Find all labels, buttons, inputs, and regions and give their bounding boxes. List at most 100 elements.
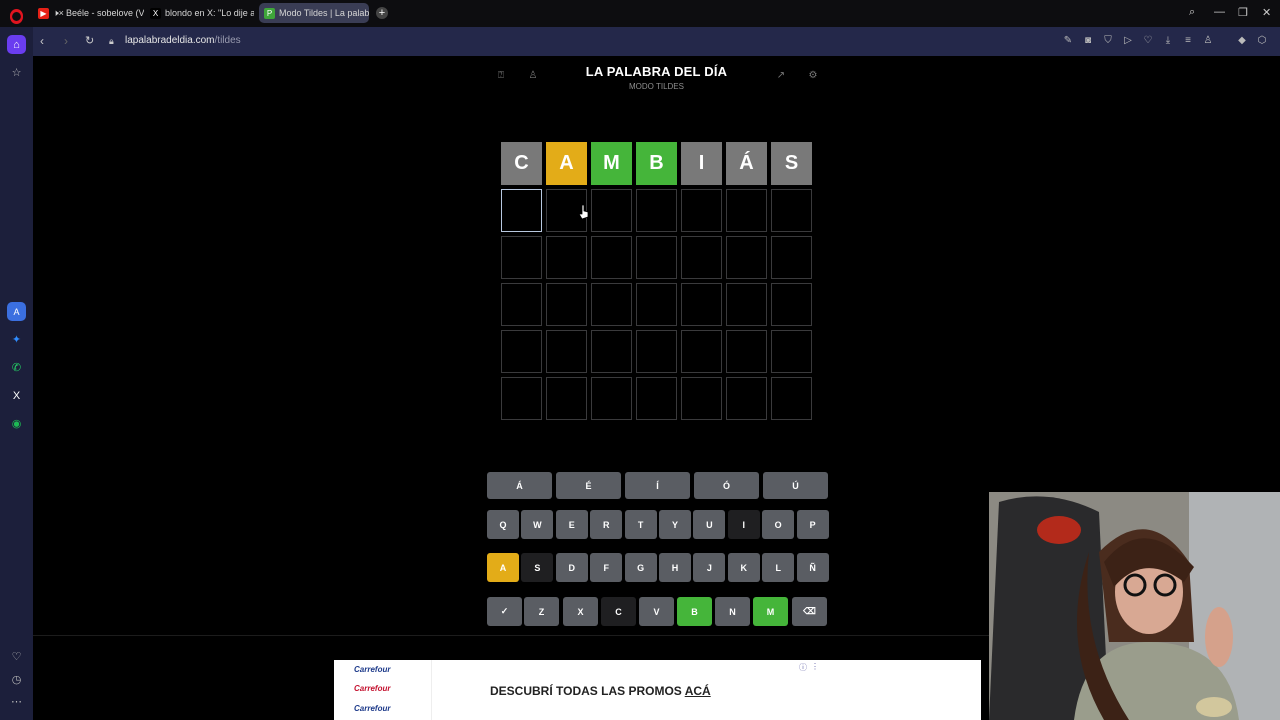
- aria-icon[interactable]: A: [7, 302, 26, 321]
- grid-cell[interactable]: [726, 330, 767, 373]
- camera-icon[interactable]: ◙: [1082, 35, 1094, 47]
- grid-cell[interactable]: [546, 330, 587, 373]
- grid-cell[interactable]: [501, 330, 542, 373]
- key-s[interactable]: S: [521, 553, 554, 582]
- grid-cell[interactable]: [681, 236, 722, 279]
- key-r[interactable]: R: [590, 510, 623, 539]
- grid-cell[interactable]: S: [771, 142, 812, 185]
- key-u[interactable]: U: [693, 510, 726, 539]
- grid-cell[interactable]: [636, 330, 677, 373]
- x-sidebar-icon[interactable]: X: [7, 386, 26, 405]
- grid-cell[interactable]: [726, 189, 767, 232]
- grid-cell[interactable]: [591, 377, 632, 420]
- heart-toolbar-icon[interactable]: ♡: [1142, 35, 1154, 47]
- ad-info-icon[interactable]: ⓘ: [799, 662, 807, 673]
- key-i[interactable]: I: [727, 510, 760, 539]
- heart-icon[interactable]: ♡: [7, 647, 26, 666]
- close-icon[interactable]: ✕: [1262, 6, 1271, 19]
- opera-menu-icon[interactable]: [10, 9, 23, 23]
- grid-cell[interactable]: [771, 189, 812, 232]
- stats-icon[interactable]: ↗: [775, 70, 787, 82]
- key-b[interactable]: B: [677, 597, 712, 626]
- backspace-key[interactable]: ⌫: [792, 597, 827, 626]
- grid-cell[interactable]: [771, 377, 812, 420]
- list-icon[interactable]: ≡: [1182, 35, 1194, 47]
- ad-close-icon[interactable]: ⋮: [811, 662, 819, 671]
- history-icon[interactable]: ◷: [7, 670, 26, 689]
- restore-icon[interactable]: ❐: [1238, 6, 1248, 19]
- grid-cell[interactable]: [636, 189, 677, 232]
- key-a[interactable]: A: [487, 553, 519, 582]
- home-icon[interactable]: ⌂: [7, 35, 26, 54]
- key-x[interactable]: X: [563, 597, 598, 626]
- shield-icon[interactable]: ⛉: [1102, 35, 1114, 47]
- ad-banner[interactable]: Carrefour Carrefour Carrefour DESCUBRÍ T…: [334, 660, 981, 720]
- key-ñ[interactable]: Ñ: [796, 553, 829, 582]
- edit-icon[interactable]: ✎: [1062, 35, 1074, 47]
- grid-cell[interactable]: [726, 283, 767, 326]
- grid-cell[interactable]: [771, 283, 812, 326]
- key-f[interactable]: F: [590, 553, 623, 582]
- key-q[interactable]: Q: [487, 510, 519, 539]
- grid-cell[interactable]: I: [681, 142, 722, 185]
- grid-cell[interactable]: [681, 377, 722, 420]
- grid-cell[interactable]: [726, 377, 767, 420]
- grid-cell[interactable]: [636, 283, 677, 326]
- star-icon[interactable]: ☆: [7, 63, 26, 82]
- key-h[interactable]: H: [659, 553, 691, 582]
- grid-cell[interactable]: [546, 236, 587, 279]
- grid-cell[interactable]: [501, 377, 542, 420]
- key-p[interactable]: P: [796, 510, 829, 539]
- key-c[interactable]: C: [601, 597, 636, 626]
- whatsapp-icon[interactable]: ✆: [7, 358, 26, 377]
- forward-icon[interactable]: ›: [64, 34, 68, 48]
- grid-cell[interactable]: M: [591, 142, 632, 185]
- profile-icon[interactable]: ♙: [1202, 35, 1214, 47]
- key-o[interactable]: O: [762, 510, 795, 539]
- grid-cell[interactable]: [771, 330, 812, 373]
- grid-cell[interactable]: [591, 236, 632, 279]
- search-tabs-icon[interactable]: ⌕: [1189, 6, 1195, 19]
- wallet-icon[interactable]: ◆: [1236, 35, 1248, 47]
- grid-cell[interactable]: [771, 236, 812, 279]
- key-ú[interactable]: Ú: [763, 472, 828, 499]
- key-j[interactable]: J: [693, 553, 726, 582]
- grid-cell[interactable]: [681, 330, 722, 373]
- settings-icon[interactable]: ⚙: [807, 70, 819, 82]
- key-á[interactable]: Á: [487, 472, 552, 499]
- key-l[interactable]: L: [762, 553, 795, 582]
- grid-cell[interactable]: [636, 377, 677, 420]
- more-icon[interactable]: ⋯: [7, 692, 26, 711]
- grid-cell[interactable]: [501, 283, 542, 326]
- key-t[interactable]: T: [624, 510, 657, 539]
- key-y[interactable]: Y: [659, 510, 691, 539]
- grid-cell[interactable]: [591, 283, 632, 326]
- tab-youtube[interactable]: ▶ 🕨× Beéle - sobelove (Vide: [38, 3, 144, 23]
- key-í[interactable]: Í: [625, 472, 690, 499]
- spotify-icon[interactable]: ◉: [7, 414, 26, 433]
- key-k[interactable]: K: [727, 553, 760, 582]
- key-e[interactable]: E: [555, 510, 588, 539]
- key-é[interactable]: É: [556, 472, 621, 499]
- key-z[interactable]: Z: [524, 597, 559, 626]
- grid-cell[interactable]: B: [636, 142, 677, 185]
- ad-message[interactable]: DESCUBRÍ TODAS LAS PROMOS ACÁ: [490, 684, 711, 698]
- ad-message-link[interactable]: ACÁ: [685, 684, 711, 698]
- grid-cell[interactable]: [636, 236, 677, 279]
- extensions-icon[interactable]: ⬡: [1256, 35, 1268, 47]
- messenger-icon[interactable]: ✦: [7, 330, 26, 349]
- key-w[interactable]: W: [521, 510, 554, 539]
- grid-cell[interactable]: [681, 283, 722, 326]
- key-n[interactable]: N: [715, 597, 750, 626]
- grid-cell[interactable]: [726, 236, 767, 279]
- tab-x[interactable]: X blondo en X: "Lo dije adiv: [150, 3, 254, 23]
- key-m[interactable]: M: [753, 597, 788, 626]
- grid-cell[interactable]: [546, 377, 587, 420]
- url-field[interactable]: lapalabradeldia.com/tildes: [125, 35, 241, 46]
- grid-cell[interactable]: [681, 189, 722, 232]
- key-ó[interactable]: Ó: [694, 472, 759, 499]
- grid-cell[interactable]: Á: [726, 142, 767, 185]
- minimize-icon[interactable]: —: [1214, 6, 1225, 18]
- reload-icon[interactable]: ↻: [85, 34, 94, 47]
- grid-cell[interactable]: A: [546, 142, 587, 185]
